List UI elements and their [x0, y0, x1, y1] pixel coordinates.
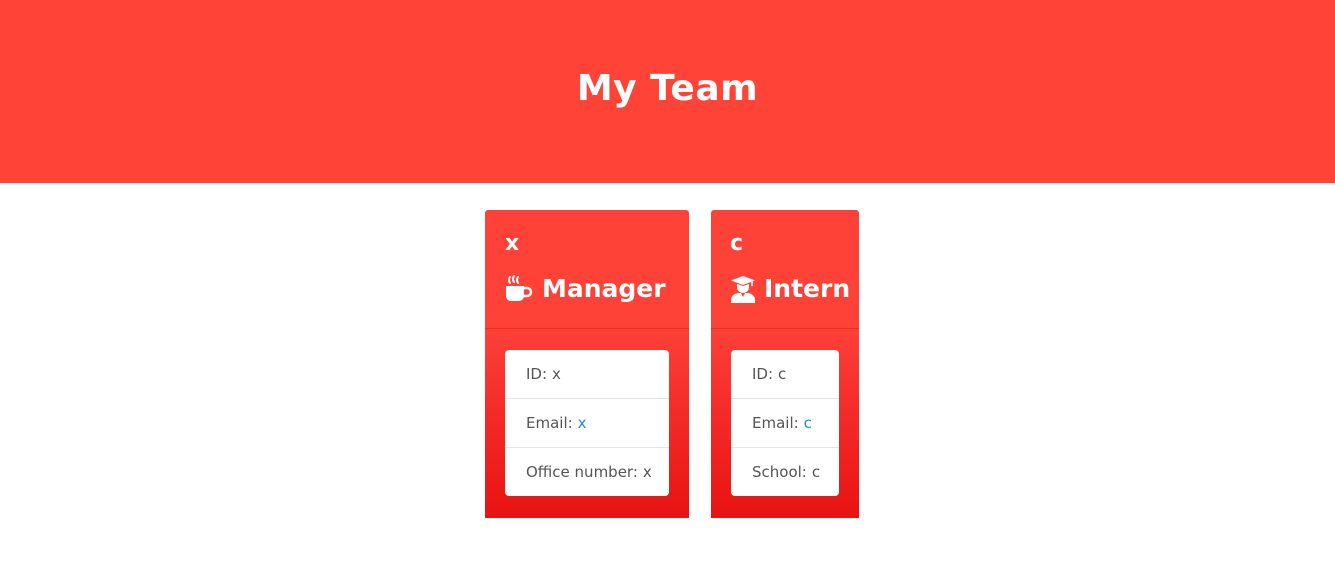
email-label: Email: [526, 414, 573, 432]
graduate-user-icon [730, 274, 756, 304]
team-cards: x Manager ID: x Email: x Office number: … [0, 183, 1335, 567]
id-label: ID: [752, 365, 774, 383]
employee-card-intern: c Intern ID: c Email: c School: c [711, 210, 859, 518]
list-item-id: ID: x [505, 350, 669, 399]
role-label: Manager [542, 274, 666, 303]
page-title: My Team [576, 68, 759, 109]
office-number-value: x [642, 463, 652, 481]
role-line: Intern [730, 273, 859, 305]
email-link[interactable]: c [804, 414, 812, 432]
school-label: School: [752, 463, 807, 481]
card-header: x Manager [485, 210, 689, 329]
office-number-label: Office number: [526, 463, 638, 481]
employee-name: c [730, 231, 744, 256]
id-value: c [778, 365, 787, 383]
info-list: ID: c Email: c School: c [731, 350, 839, 496]
list-item-email: Email: x [505, 399, 669, 448]
id-label: ID: [526, 365, 548, 383]
list-item-id: ID: c [731, 350, 839, 399]
email-link[interactable]: x [578, 414, 587, 432]
list-item-office-number: Office number: x [505, 448, 669, 496]
role-line: Manager [505, 273, 689, 305]
employee-name: x [505, 231, 520, 256]
list-item-school: School: c [731, 448, 839, 496]
role-label: Intern [764, 274, 851, 303]
employee-card-manager: x Manager ID: x Email: x Office number: … [485, 210, 689, 518]
list-item-email: Email: c [731, 399, 839, 448]
info-list: ID: x Email: x Office number: x [505, 350, 669, 496]
email-label: Email: [752, 414, 799, 432]
coffee-mug-icon [505, 274, 533, 304]
id-value: x [552, 365, 561, 383]
school-value: c [811, 463, 821, 481]
page-header: My Team [0, 0, 1335, 183]
card-header: c Intern [711, 210, 859, 329]
